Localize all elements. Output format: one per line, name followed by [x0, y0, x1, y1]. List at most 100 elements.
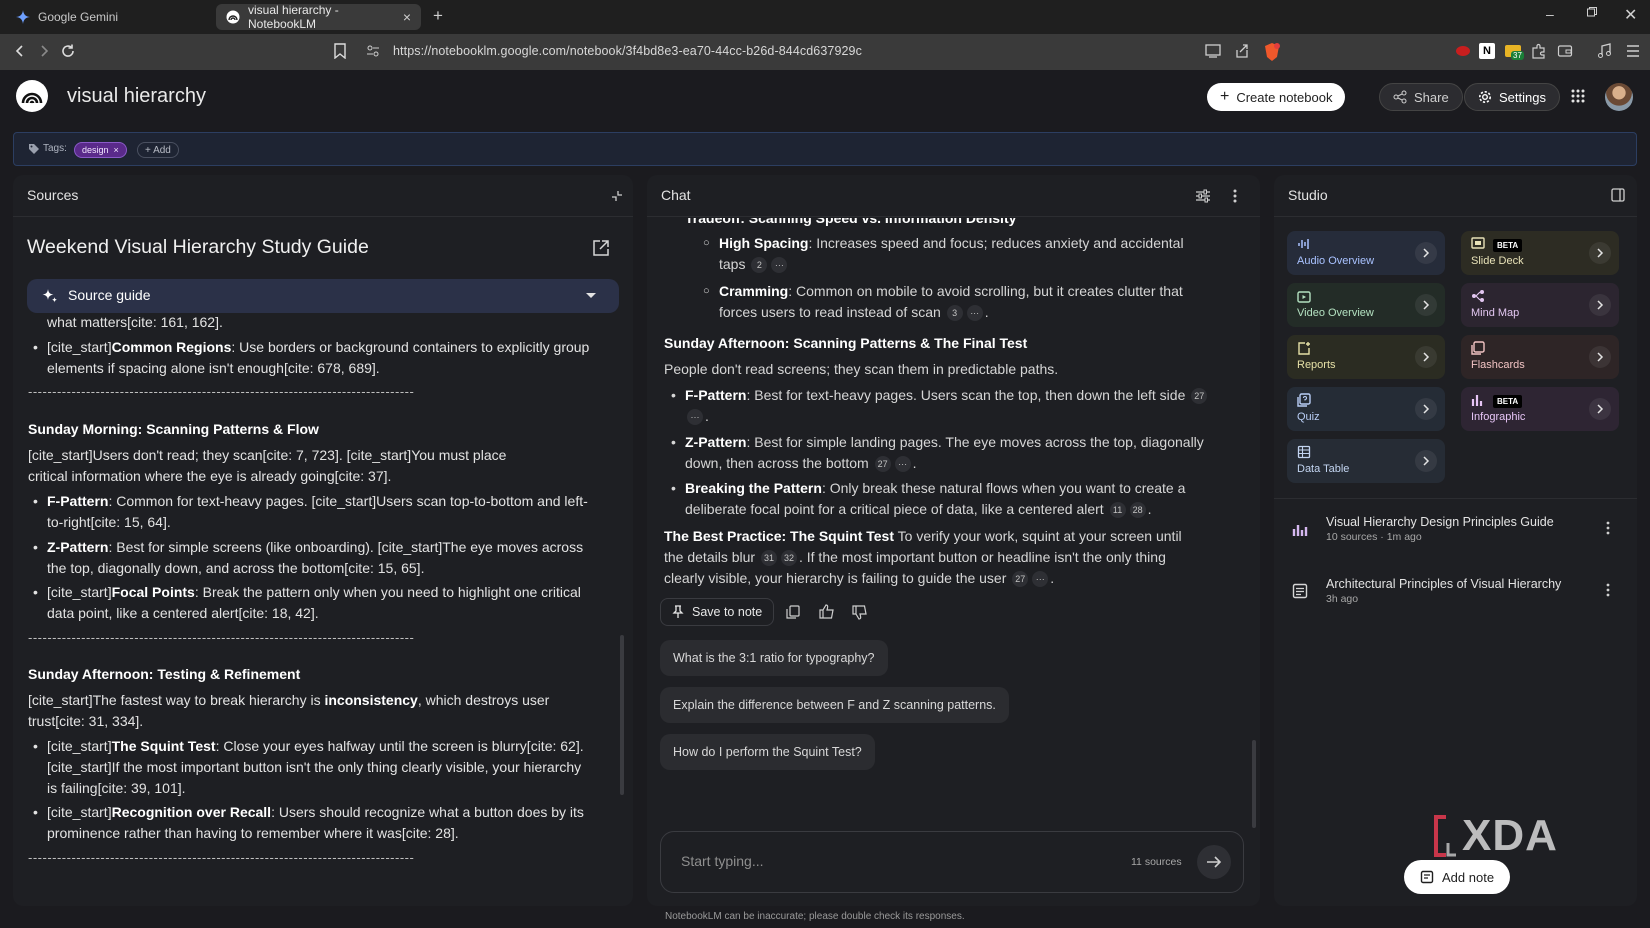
report-note-icon: [1292, 583, 1308, 599]
copy-icon[interactable]: [786, 605, 800, 619]
chevron-right-icon[interactable]: [1589, 398, 1611, 420]
wallet-icon[interactable]: [1557, 43, 1573, 59]
tile-data-table[interactable]: Data Table: [1287, 439, 1445, 483]
infographic-icon: [1471, 393, 1485, 407]
chat-header: Chat: [647, 175, 1260, 217]
quiz-icon: [1297, 393, 1311, 407]
more-vert-icon[interactable]: [1606, 583, 1610, 597]
note-item[interactable]: Visual Hierarchy Design Principles Guide…: [1288, 515, 1610, 555]
reload-icon[interactable]: [60, 43, 76, 59]
notebooklm-logo-icon[interactable]: [16, 80, 48, 112]
save-to-note-button[interactable]: Save to note: [660, 598, 775, 626]
tag-chip-design[interactable]: design ×: [74, 142, 127, 158]
tags-label: Tags:: [43, 143, 67, 154]
chat-bullet: Cramming: Common on mobile to avoid scro…: [703, 281, 1194, 323]
tile-quiz[interactable]: Quiz: [1287, 387, 1445, 431]
gemini-star-icon: [16, 10, 30, 24]
xda-watermark: XDA: [1462, 811, 1558, 860]
back-icon[interactable]: [12, 43, 28, 59]
thumbs-down-icon[interactable]: [852, 605, 868, 620]
tags-bar: Tags: design × + Add: [13, 132, 1637, 166]
chat-input[interactable]: Start typing...: [681, 853, 763, 869]
chevron-right-icon[interactable]: [1415, 346, 1437, 368]
notion-icon[interactable]: N: [1479, 43, 1495, 59]
extension-folder-icon[interactable]: 37: [1504, 42, 1524, 60]
send-button[interactable]: [1197, 845, 1231, 879]
extension-red-icon[interactable]: [1455, 44, 1471, 58]
open-external-icon[interactable]: [592, 239, 610, 257]
collapse-panel-icon[interactable]: [610, 189, 624, 203]
suggested-question[interactable]: How do I perform the Squint Test?: [660, 734, 875, 770]
share-button[interactable]: Share: [1379, 83, 1463, 111]
tune-icon[interactable]: [1195, 189, 1211, 203]
chat-bullet: F-Pattern: Best for text-heavy pages. Us…: [671, 385, 1210, 427]
studio-header: Studio: [1274, 175, 1637, 217]
brave-shield-icon[interactable]: [1263, 42, 1281, 62]
maximize-icon[interactable]: [1586, 6, 1598, 18]
chevron-down-icon[interactable]: [585, 292, 597, 300]
cast-icon[interactable]: [1205, 44, 1221, 58]
chat-panel: Chat Tradeoff: Scanning Speed vs. Inform…: [647, 175, 1260, 906]
chat-bullet: Z-Pattern: Best for simple landing pages…: [671, 432, 1210, 474]
apps-grid-icon[interactable]: [1571, 89, 1585, 103]
window-close-icon[interactable]: ✕: [1624, 5, 1637, 25]
settings-button[interactable]: Settings: [1464, 83, 1560, 111]
chevron-right-icon[interactable]: [1415, 242, 1437, 264]
chevron-right-icon[interactable]: [1415, 398, 1437, 420]
panel-toggle-icon[interactable]: [1611, 188, 1625, 202]
tile-infographic[interactable]: BETA Infographic: [1461, 387, 1619, 431]
note-add-icon: [1420, 870, 1434, 884]
thumbs-up-icon[interactable]: [819, 604, 835, 619]
menu-icon[interactable]: [1625, 43, 1641, 59]
source-bullet: [cite_start]Focal Points: Break the patt…: [33, 582, 592, 624]
tile-audio-overview[interactable]: Audio Overview: [1287, 231, 1445, 275]
suggested-question[interactable]: What is the 3:1 ratio for typography?: [660, 640, 888, 676]
add-tag-button[interactable]: + Add: [137, 142, 179, 158]
extensions-puzzle-icon[interactable]: [1531, 43, 1547, 59]
note-item[interactable]: Architectural Principles of Visual Hiera…: [1288, 577, 1610, 617]
tile-mind-map[interactable]: Mind Map: [1461, 283, 1619, 327]
notebooklm-favicon-icon: [226, 10, 240, 24]
minimize-icon[interactable]: –: [1546, 6, 1554, 22]
more-vert-icon[interactable]: [1606, 521, 1610, 535]
create-notebook-button[interactable]: + Create notebook: [1207, 83, 1346, 111]
forward-icon[interactable]: [36, 43, 52, 59]
add-note-button[interactable]: Add note: [1404, 860, 1511, 894]
more-vert-icon[interactable]: [1233, 188, 1237, 204]
chevron-right-icon[interactable]: [1589, 346, 1611, 368]
notebook-title[interactable]: visual hierarchy: [67, 85, 206, 108]
site-settings-icon[interactable]: [366, 44, 380, 58]
chevron-right-icon[interactable]: [1589, 242, 1611, 264]
sources-panel: Sources Weekend Visual Hierarchy Study G…: [13, 175, 633, 906]
chat-scrollbar[interactable]: [1252, 740, 1256, 828]
source-heading: Sunday Morning: Scanning Patterns & Flow: [28, 421, 319, 437]
xda-watermark-logo: [1434, 815, 1458, 857]
address-bar: https://notebooklm.google.com/notebook/3…: [0, 34, 1650, 70]
tile-reports[interactable]: Reports: [1287, 335, 1445, 379]
remove-tag-icon[interactable]: ×: [114, 145, 119, 155]
bookmark-icon[interactable]: [333, 43, 347, 59]
source-separator: ----------------------------------------…: [28, 630, 415, 645]
suggested-question[interactable]: Explain the difference between F and Z s…: [660, 687, 1009, 723]
tab-close-icon[interactable]: ×: [403, 9, 411, 25]
media-icon[interactable]: [1597, 43, 1613, 59]
tab-title: visual hierarchy - NotebookLM: [248, 3, 339, 31]
url-field[interactable]: https://notebooklm.google.com/notebook/3…: [393, 44, 862, 58]
share-page-icon[interactable]: [1234, 43, 1250, 59]
source-guide-bar[interactable]: Source guide: [27, 279, 619, 313]
tile-video-overview[interactable]: Video Overview: [1287, 283, 1445, 327]
tile-flashcards[interactable]: Flashcards: [1461, 335, 1619, 379]
chat-input-box[interactable]: Start typing... 11 sources: [660, 831, 1244, 893]
avatar[interactable]: [1605, 83, 1633, 111]
source-guide-label: Source guide: [68, 287, 151, 303]
sources-scrollbar[interactable]: [620, 635, 624, 795]
table-icon: [1297, 445, 1311, 459]
tile-slide-deck[interactable]: BETA Slide Deck: [1461, 231, 1619, 275]
browser-tab-gemini[interactable]: Google Gemini: [6, 4, 208, 30]
chevron-right-icon[interactable]: [1415, 294, 1437, 316]
chevron-right-icon[interactable]: [1415, 450, 1437, 472]
chevron-right-icon[interactable]: [1589, 294, 1611, 316]
new-tab-icon[interactable]: +: [433, 6, 443, 26]
source-line: what matters[cite: 161, 162].: [47, 314, 223, 330]
browser-tab-notebooklm[interactable]: visual hierarchy - NotebookLM ×: [216, 3, 421, 31]
